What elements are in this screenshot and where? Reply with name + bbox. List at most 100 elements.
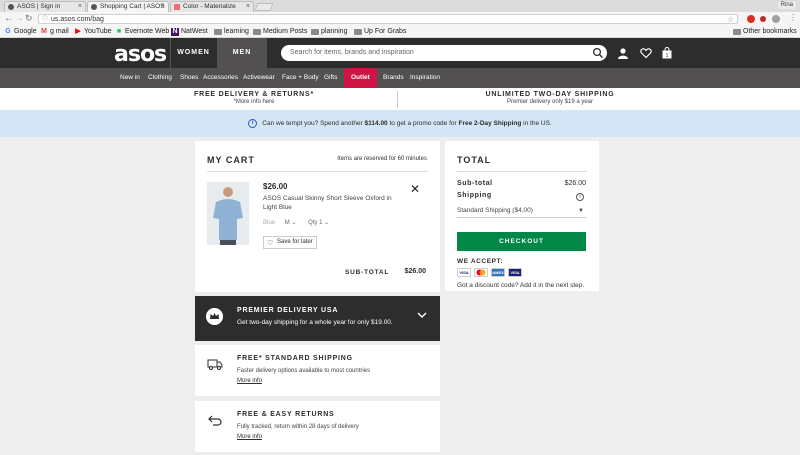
divider bbox=[207, 171, 428, 172]
bookmark-folder-up-for-grabs[interactable]: Up For Grabs bbox=[354, 27, 406, 37]
banner-text: to get a promo code for bbox=[387, 120, 459, 127]
saved-items-heart-icon[interactable] bbox=[640, 47, 652, 59]
page-info-icon[interactable]: ⓘ bbox=[42, 16, 48, 25]
nav-clothing[interactable]: Clothing bbox=[148, 68, 172, 88]
youtube-icon: ▶ bbox=[75, 28, 81, 35]
chrome-menu-icon[interactable]: ⋮ bbox=[789, 13, 797, 22]
forward-arrow-icon[interactable]: → bbox=[14, 13, 24, 24]
bookmark-folder-medium-posts[interactable]: Medium Posts bbox=[253, 27, 307, 37]
item-price: $26.00 bbox=[263, 182, 288, 191]
bookmark-youtube[interactable]: ▶ YouTube bbox=[74, 27, 111, 37]
bookmark-folder-planning[interactable]: planning bbox=[311, 27, 347, 37]
more-info-link[interactable]: More info bbox=[237, 378, 262, 384]
nav-accessories[interactable]: Accessories bbox=[203, 68, 238, 88]
info-icon: i bbox=[248, 118, 258, 128]
shipping-label: Shipping bbox=[457, 192, 492, 199]
chevron-down-icon: ▼ bbox=[578, 208, 584, 214]
banner-text: Can we tempt you? Spend another bbox=[262, 120, 365, 127]
browser-tab-shopping-cart[interactable]: Shopping Cart | ASOS × bbox=[87, 1, 169, 12]
close-tab-icon[interactable]: × bbox=[78, 2, 82, 12]
search-placeholder: Search for items, brands and inspiration bbox=[290, 49, 414, 56]
feature-description: Fully tracked, return within 28 days of … bbox=[237, 424, 359, 430]
nav-brands[interactable]: Brands bbox=[383, 68, 404, 88]
materialize-favicon-icon bbox=[174, 4, 180, 10]
extension-icon[interactable] bbox=[772, 15, 780, 23]
reload-icon[interactable]: ↻ bbox=[25, 13, 33, 24]
discount-code-note: Got a discount code? Add it in the next … bbox=[457, 282, 585, 289]
bookmark-gmail[interactable]: Mg mail bbox=[40, 27, 69, 37]
profile-chip[interactable]: Rina bbox=[777, 1, 796, 9]
women-tab[interactable]: WOMEN bbox=[170, 38, 216, 68]
shipping-info-icon[interactable]: i bbox=[576, 193, 584, 201]
two-day-shipping-promo[interactable]: UNLIMITED TWO-DAY SHIPPING Premier deliv… bbox=[350, 91, 750, 105]
nav-outlet[interactable]: Outlet bbox=[344, 68, 377, 88]
search-input[interactable]: Search for items, brands and inspiration bbox=[281, 45, 607, 61]
nav-face-body[interactable]: Face + Body bbox=[282, 68, 319, 88]
close-tab-icon[interactable]: × bbox=[246, 2, 250, 12]
delivery-promo-strip: FREE DELIVERY & RETURNS* *More info here… bbox=[0, 88, 800, 110]
quantity-select[interactable]: Qty 1 ⌄ bbox=[308, 220, 329, 226]
chevron-down-icon[interactable] bbox=[417, 310, 427, 320]
premier-title: PREMIER DELIVERY USA bbox=[237, 307, 339, 314]
free-standard-shipping-card: FREE* STANDARD SHIPPING Faster delivery … bbox=[195, 345, 440, 396]
promo-subtitle: Premier delivery only $19 a year bbox=[506, 99, 594, 105]
folder-icon bbox=[311, 29, 319, 35]
url-input[interactable]: ⓘ us.asos.com/bag ☆ bbox=[38, 14, 738, 24]
close-tab-icon[interactable]: × bbox=[161, 2, 165, 12]
size-select[interactable]: M ⌄ bbox=[285, 220, 297, 226]
bookmark-google[interactable]: G Google bbox=[4, 27, 36, 37]
return-arrow-icon bbox=[208, 415, 222, 426]
extension-icon[interactable] bbox=[747, 15, 755, 23]
amex-card-icon: AMEX bbox=[491, 268, 505, 277]
new-tab-button[interactable] bbox=[254, 3, 274, 11]
natwest-icon: N bbox=[171, 28, 179, 36]
address-bar-row: ← → ↻ ⓘ us.asos.com/bag ☆ ⋮ bbox=[0, 12, 800, 26]
browser-tab-strip: ASOS | Sign in × Shopping Cart | ASOS × … bbox=[0, 0, 800, 12]
browser-tab-asos-signin[interactable]: ASOS | Sign in × bbox=[4, 1, 86, 12]
nav-shoes[interactable]: Shoes bbox=[180, 68, 198, 88]
visa-card-icon: VISA bbox=[457, 268, 471, 277]
we-accept-label: WE ACCEPT: bbox=[457, 258, 504, 265]
product-image[interactable] bbox=[207, 182, 249, 245]
more-info-link[interactable]: More info bbox=[237, 434, 262, 440]
feature-description: Faster delivery options available to mos… bbox=[237, 368, 371, 374]
bookmark-natwest[interactable]: N NatWest bbox=[171, 27, 208, 37]
bookmarks-bar: G Google Mg mail ▶ YouTube ■ Evernote Web N… bbox=[0, 26, 800, 38]
nav-gifts[interactable]: Gifts bbox=[324, 68, 337, 88]
men-tab[interactable]: MEN bbox=[217, 38, 267, 68]
svg-text:1: 1 bbox=[666, 53, 669, 59]
order-total-panel: TOTAL Sub-total $26.00 Shipping i Standa… bbox=[445, 141, 599, 291]
browser-tab-materialize[interactable]: Color - Materialize × bbox=[170, 1, 254, 12]
bookmark-folder-learning[interactable]: learning bbox=[214, 27, 249, 37]
shipping-method-select[interactable]: Standard Shipping ($4.00) ▼ bbox=[457, 205, 586, 218]
remove-item-close-icon[interactable]: ✕ bbox=[410, 183, 420, 195]
reservation-note: Items are reserved for 60 minutes bbox=[337, 156, 427, 162]
bookmark-evernote[interactable]: ■ Evernote Web bbox=[115, 27, 169, 37]
nav-activewear[interactable]: Activewear bbox=[243, 68, 275, 88]
folder-icon bbox=[214, 29, 222, 35]
total-subtotal-value: $26.00 bbox=[564, 180, 586, 187]
total-subtotal-label: Sub-total bbox=[457, 180, 493, 187]
promo-title: UNLIMITED TWO-DAY SHIPPING bbox=[485, 91, 615, 98]
tab-label: Shopping Cart | ASOS bbox=[100, 3, 165, 10]
nav-new-in[interactable]: New in bbox=[120, 68, 140, 88]
premier-delivery-promo[interactable]: PREMIER DELIVERY USA Get two-day shippin… bbox=[195, 296, 440, 341]
evernote-icon: ■ bbox=[116, 28, 122, 35]
account-icon[interactable] bbox=[617, 47, 629, 59]
bag-icon[interactable]: 1 bbox=[661, 47, 673, 59]
search-icon[interactable] bbox=[592, 47, 604, 59]
item-name[interactable]: ASOS Casual Skinny Short Sleeve Oxford i… bbox=[263, 194, 398, 212]
asos-logo[interactable]: asos bbox=[114, 42, 167, 67]
feature-title: FREE* STANDARD SHIPPING bbox=[237, 355, 353, 362]
item-color: Blue bbox=[263, 220, 276, 226]
back-arrow-icon[interactable]: ← bbox=[4, 13, 14, 24]
bookmark-star-icon[interactable]: ☆ bbox=[727, 15, 734, 24]
chevron-down-icon: ⌄ bbox=[324, 220, 330, 226]
folder-icon bbox=[733, 29, 741, 35]
extension-icon[interactable] bbox=[760, 16, 766, 22]
folder-icon bbox=[253, 29, 261, 35]
bookmark-other[interactable]: Other bookmarks bbox=[733, 27, 797, 37]
save-for-later-button[interactable]: ♡ Save for later bbox=[263, 236, 317, 249]
nav-inspiration[interactable]: Inspiration bbox=[410, 68, 440, 88]
checkout-button[interactable]: CHECKOUT bbox=[457, 232, 586, 251]
